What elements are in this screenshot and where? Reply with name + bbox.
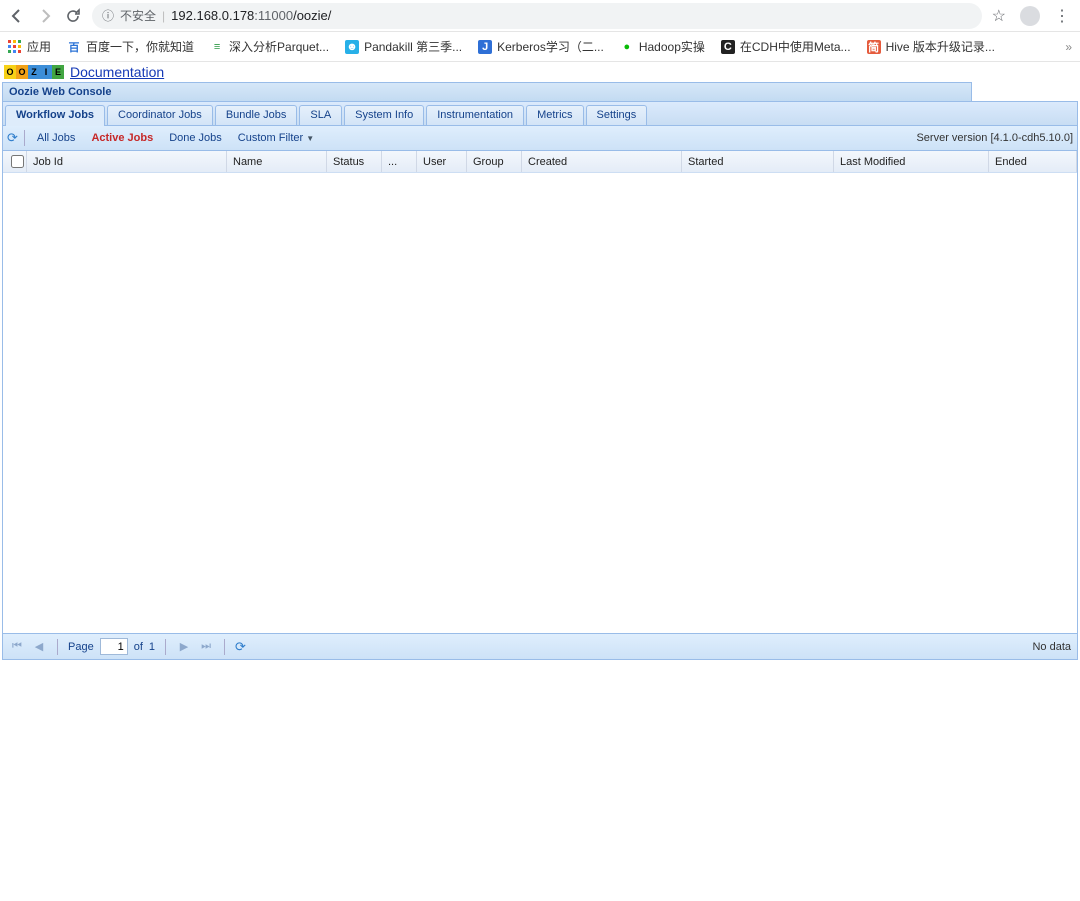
- paging-status: No data: [1032, 641, 1071, 653]
- column-ended[interactable]: Ended: [989, 151, 1077, 172]
- apps-label: 应用: [27, 38, 51, 55]
- oozie-logo-icon: OOZIE: [4, 65, 64, 79]
- grid-header: Job Id Name Status ... User Group Create…: [3, 151, 1077, 173]
- reload-button[interactable]: [64, 7, 82, 25]
- bookmark-favicon-icon: J: [478, 40, 492, 54]
- tab-strip: Workflow JobsCoordinator JobsBundle Jobs…: [3, 102, 1077, 126]
- forward-button[interactable]: [36, 7, 54, 25]
- bookmark-label: 在CDH中使用Meta...: [740, 38, 851, 55]
- toolbar-separator: [24, 130, 25, 146]
- bookmark-label: Kerberos学习（二...: [497, 38, 604, 55]
- bookmark-item[interactable]: ☻ Pandakill 第三季...: [345, 38, 462, 55]
- page-last-icon[interactable]: ⏭: [198, 639, 214, 655]
- column-name[interactable]: Name: [227, 151, 327, 172]
- filter-custom[interactable]: Custom Filter ▼: [232, 130, 320, 146]
- column-group[interactable]: Group: [467, 151, 522, 172]
- page-total: 1: [149, 641, 155, 653]
- back-button[interactable]: [8, 7, 26, 25]
- bookmark-favicon-icon: ☻: [345, 40, 359, 54]
- paging-toolbar: ⏮ ◀ Page of 1 ▶ ⏭ ⟳ No data: [3, 633, 1077, 659]
- column-checkbox[interactable]: [3, 151, 27, 172]
- bookmark-label: 百度一下，你就知道: [86, 38, 194, 55]
- tab-workflow-jobs[interactable]: Workflow Jobs: [5, 105, 105, 126]
- bookmark-label: 深入分析Parquet...: [229, 38, 329, 55]
- console-title: Oozie Web Console: [2, 82, 972, 101]
- insecure-label: 不安全: [120, 7, 156, 24]
- grid-toolbar: ⟳ All Jobs Active Jobs Done Jobs Custom …: [3, 126, 1077, 151]
- profile-avatar-icon[interactable]: [1020, 6, 1040, 26]
- filter-all-jobs[interactable]: All Jobs: [31, 130, 82, 146]
- bookmark-favicon-icon: ≡: [210, 40, 224, 54]
- bookmark-item[interactable]: ≡ 深入分析Parquet...: [210, 38, 329, 55]
- browser-toolbar: ⓘ 不安全 | 192.168.0.178:11000/oozie/ ☆ ⋮: [0, 0, 1080, 32]
- url-text: 192.168.0.178:11000/oozie/: [171, 8, 331, 23]
- console-panel: Workflow JobsCoordinator JobsBundle Jobs…: [2, 101, 1078, 660]
- oozie-header: OOZIE Documentation: [0, 62, 1080, 82]
- address-bar[interactable]: ⓘ 不安全 | 192.168.0.178:11000/oozie/: [92, 3, 982, 29]
- apps-button[interactable]: 应用: [8, 38, 51, 55]
- column-jobid[interactable]: Job Id: [27, 151, 227, 172]
- refresh-icon[interactable]: ⟳: [7, 130, 18, 146]
- page-prev-icon[interactable]: ◀: [31, 639, 47, 655]
- bookmark-item[interactable]: J Kerberos学习（二...: [478, 38, 604, 55]
- column-ellipsis[interactable]: ...: [382, 151, 417, 172]
- tab-bundle-jobs[interactable]: Bundle Jobs: [215, 105, 298, 125]
- bookmark-favicon-icon: 简: [867, 40, 881, 54]
- tab-metrics[interactable]: Metrics: [526, 105, 583, 125]
- browser-right-icons: ☆ ⋮: [992, 6, 1072, 26]
- select-all-checkbox[interactable]: [11, 155, 24, 168]
- page-refresh-icon[interactable]: ⟳: [235, 639, 246, 655]
- bookmark-item[interactable]: ● Hadoop实操: [620, 38, 705, 55]
- separator: |: [162, 9, 165, 23]
- bookmark-favicon-icon: 百: [67, 40, 81, 54]
- bookmark-label: Hive 版本升级记录...: [886, 38, 995, 55]
- server-version: Server version [4.1.0-cdh5.10.0]: [916, 132, 1073, 144]
- column-user[interactable]: User: [417, 151, 467, 172]
- filter-done-jobs[interactable]: Done Jobs: [163, 130, 228, 146]
- tab-system-info[interactable]: System Info: [344, 105, 424, 125]
- menu-dots-icon[interactable]: ⋮: [1054, 6, 1072, 26]
- column-started[interactable]: Started: [682, 151, 834, 172]
- grid-body-empty: [3, 173, 1077, 633]
- tab-coordinator-jobs[interactable]: Coordinator Jobs: [107, 105, 213, 125]
- column-created[interactable]: Created: [522, 151, 682, 172]
- column-modified[interactable]: Last Modified: [834, 151, 989, 172]
- bookmark-item[interactable]: C 在CDH中使用Meta...: [721, 38, 851, 55]
- bookmark-star-icon[interactable]: ☆: [992, 6, 1006, 26]
- page-number-input[interactable]: [100, 638, 128, 655]
- filter-active-jobs[interactable]: Active Jobs: [85, 130, 159, 146]
- column-status[interactable]: Status: [327, 151, 382, 172]
- tab-sla[interactable]: SLA: [299, 105, 342, 125]
- bookmarks-bar: 应用 百百度一下，你就知道 ≡ 深入分析Parquet... ☻ Pandakill 第…: [0, 32, 1080, 62]
- bookmark-label: Hadoop实操: [639, 38, 705, 55]
- page-first-icon[interactable]: ⏮: [9, 639, 25, 655]
- documentation-link[interactable]: Documentation: [70, 64, 164, 80]
- bookmark-item[interactable]: 简 Hive 版本升级记录...: [867, 38, 995, 55]
- bookmark-item[interactable]: 百百度一下，你就知道: [67, 38, 194, 55]
- tab-settings[interactable]: Settings: [586, 105, 648, 125]
- info-icon: ⓘ: [102, 7, 114, 24]
- apps-grid-icon: [8, 40, 22, 54]
- bookmark-label: Pandakill 第三季...: [364, 38, 462, 55]
- page-next-icon[interactable]: ▶: [176, 639, 192, 655]
- chevron-down-icon: ▼: [306, 134, 314, 143]
- bookmarks-overflow-icon[interactable]: »: [1065, 40, 1072, 54]
- bookmark-favicon-icon: C: [721, 40, 735, 54]
- page-of-label: of: [134, 641, 143, 653]
- tab-instrumentation[interactable]: Instrumentation: [426, 105, 524, 125]
- bookmark-favicon-icon: ●: [620, 40, 634, 54]
- page-label: Page: [68, 641, 94, 653]
